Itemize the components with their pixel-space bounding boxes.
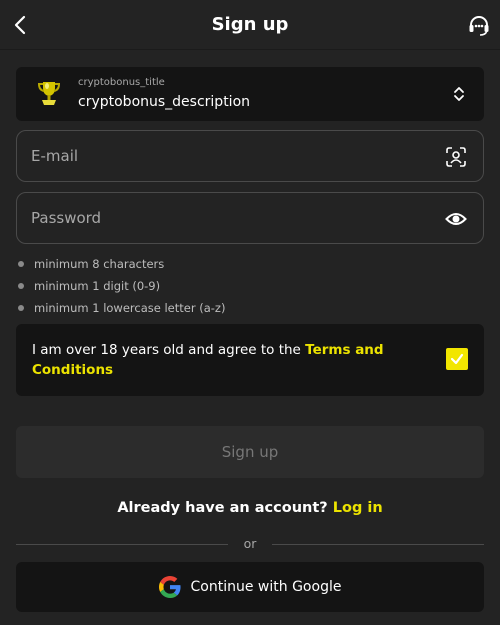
trophy-icon (37, 82, 61, 105)
password-rule: minimum 1 lowercase letter (a-z) (18, 297, 225, 319)
login-prompt: Already have an account? Log in (0, 500, 500, 516)
password-input[interactable] (31, 193, 411, 243)
login-prompt-text: Already have an account? (117, 500, 333, 516)
contact-scan-icon[interactable] (445, 146, 467, 168)
divider-line (272, 544, 484, 545)
page-title: Sign up (211, 14, 289, 35)
terms-checkbox[interactable] (446, 348, 468, 370)
password-rules: minimum 8 characters minimum 1 digit (0-… (18, 253, 225, 319)
password-rule-text: minimum 1 digit (0-9) (34, 279, 161, 293)
password-rule: minimum 8 characters (18, 253, 225, 275)
bullet-icon (18, 305, 24, 311)
password-rule: minimum 1 digit (0-9) (18, 275, 225, 297)
bonus-description: cryptobonus_description (78, 94, 251, 110)
google-icon (158, 576, 181, 598)
header: Sign up (0, 0, 500, 50)
bonus-title: cryptobonus_title (78, 77, 165, 88)
bullet-icon (18, 283, 24, 289)
password-rule-text: minimum 8 characters (34, 257, 165, 271)
eye-icon[interactable] (445, 208, 467, 230)
password-rule-text: minimum 1 lowercase letter (a-z) (34, 301, 226, 315)
google-signin-button[interactable]: Continue with Google (16, 562, 484, 612)
email-field[interactable] (16, 130, 484, 182)
headset-icon (469, 16, 489, 36)
terms-label: I am over 18 years old and agree to the (32, 342, 306, 358)
terms-text: I am over 18 years old and agree to the … (32, 340, 392, 380)
or-divider: or (16, 535, 484, 553)
email-input[interactable] (31, 131, 411, 181)
bullet-icon (18, 261, 24, 267)
checkmark-icon (450, 353, 464, 365)
login-link[interactable]: Log in (333, 500, 383, 516)
google-button-label: Continue with Google (190, 579, 342, 595)
chevron-up-down-icon (454, 87, 464, 101)
crypto-bonus-selector[interactable]: cryptobonus_title cryptobonus_descriptio… (16, 67, 484, 121)
password-field[interactable] (16, 192, 484, 244)
terms-agreement: I am over 18 years old and agree to the … (16, 324, 484, 396)
signup-button[interactable]: Sign up (16, 426, 484, 478)
support-button[interactable] (466, 12, 492, 38)
